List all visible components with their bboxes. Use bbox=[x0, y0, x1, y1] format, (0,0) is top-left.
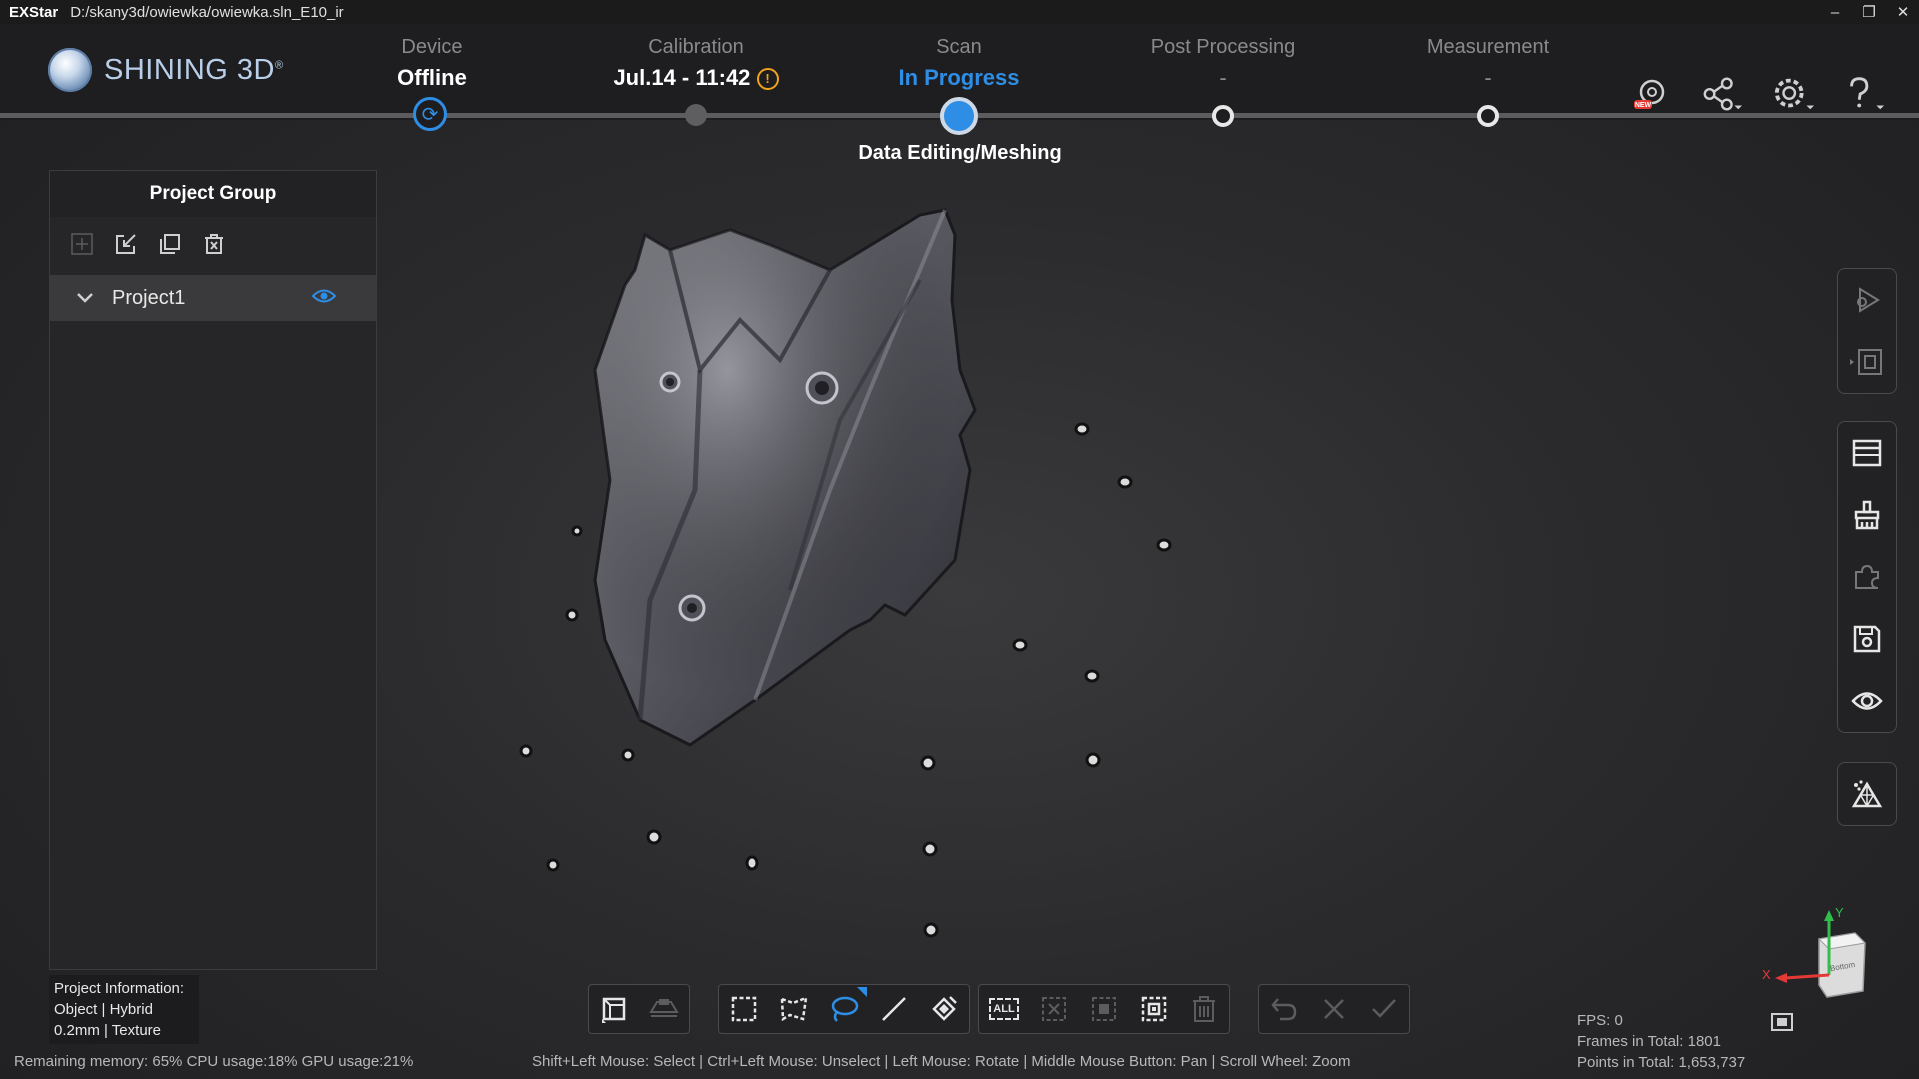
brand-logo: SHINING 3D® bbox=[48, 48, 284, 92]
panel-title: Project Group bbox=[50, 171, 376, 217]
import-icon[interactable] bbox=[114, 232, 138, 256]
resource-status: Remaining memory: 65% CPU usage:18% GPU … bbox=[14, 1053, 414, 1070]
project-tools bbox=[50, 217, 376, 271]
y-axis-label: Y bbox=[1835, 905, 1844, 920]
undo-icon[interactable] bbox=[1259, 985, 1309, 1033]
mesh-icon[interactable] bbox=[1838, 763, 1896, 825]
select-all-label: ALL bbox=[989, 998, 1019, 1020]
step-measurement-label: Measurement bbox=[1426, 36, 1550, 58]
frame-icon[interactable] bbox=[1838, 331, 1896, 393]
3d-viewport[interactable] bbox=[400, 160, 1400, 960]
step-calibration-label: Calibration bbox=[648, 36, 744, 58]
cancel-icon[interactable] bbox=[1309, 985, 1359, 1033]
step-calibration-value: Jul.14 - 11:42 bbox=[613, 65, 751, 90]
delete-selected-icon[interactable] bbox=[1179, 985, 1229, 1033]
view-cube-icon[interactable] bbox=[589, 985, 639, 1033]
scanner-new-icon[interactable]: NEW bbox=[1630, 72, 1674, 116]
project-info-heading: Project Information: bbox=[54, 980, 185, 997]
select-all-icon[interactable]: ALL bbox=[979, 985, 1029, 1033]
step-scan[interactable]: Scan In Progress bbox=[839, 36, 1079, 91]
restore-button[interactable]: ❐ bbox=[1859, 3, 1879, 21]
step-measurement-value: - bbox=[1484, 65, 1492, 90]
step-device[interactable]: Device Offline bbox=[312, 36, 552, 91]
close-button[interactable]: ✕ bbox=[1893, 3, 1913, 21]
step-post-processing-value: - bbox=[1219, 65, 1227, 90]
step-calibration[interactable]: Calibration Jul.14 - 11:42 ! bbox=[576, 36, 816, 91]
step-device-label: Device bbox=[401, 36, 463, 58]
settings-icon[interactable] bbox=[1772, 72, 1816, 116]
help-icon[interactable] bbox=[1842, 72, 1886, 116]
fit-view-icon[interactable] bbox=[1770, 1012, 1794, 1037]
window-icon[interactable] bbox=[1838, 422, 1896, 484]
fps-readout: FPS: 0 bbox=[1577, 1012, 1623, 1029]
share-icon[interactable] bbox=[1700, 72, 1744, 116]
frames-total: Frames in Total: 1801 bbox=[1577, 1033, 1721, 1050]
cleanup-icon[interactable] bbox=[1838, 484, 1896, 546]
duplicate-icon[interactable] bbox=[158, 232, 182, 256]
project-group-panel: Project Group Project1 bbox=[49, 170, 377, 970]
invert-select-icon[interactable] bbox=[1079, 985, 1129, 1033]
project-info-object: Object | Hybrid bbox=[54, 1001, 153, 1018]
project-info-resolution: 0.2mm | Texture bbox=[54, 1022, 161, 1039]
scan-node[interactable] bbox=[940, 97, 978, 135]
x-axis-label: X bbox=[1762, 967, 1771, 982]
calibration-node[interactable] bbox=[685, 104, 707, 126]
project-information: Project Information: Object | Hybrid 0.2… bbox=[49, 975, 199, 1044]
warning-icon: ! bbox=[756, 68, 779, 90]
step-post-processing[interactable]: Post Processing - bbox=[1103, 36, 1343, 91]
polygon-select-icon[interactable] bbox=[769, 985, 819, 1033]
rect-select-icon[interactable] bbox=[719, 985, 769, 1033]
save-icon[interactable] bbox=[1838, 608, 1896, 670]
bottom-toolbar-group-selection-ops: ALL bbox=[978, 984, 1230, 1034]
post-processing-node[interactable] bbox=[1212, 105, 1234, 127]
step-scan-value: In Progress bbox=[898, 65, 1020, 90]
measurement-node[interactable] bbox=[1477, 105, 1499, 127]
step-post-processing-label: Post Processing bbox=[1150, 36, 1296, 58]
svg-text:NEW: NEW bbox=[1635, 102, 1652, 109]
bottom-toolbar-group-actions bbox=[1258, 984, 1410, 1034]
puzzle-icon[interactable] bbox=[1838, 546, 1896, 608]
confirm-icon[interactable] bbox=[1359, 985, 1409, 1033]
scan-stats: FPS: 0 Frames in Total: 1801 Points in T… bbox=[1577, 1010, 1745, 1073]
lasso-select-icon[interactable] bbox=[819, 985, 869, 1033]
file-path: D:/skany3d/owiewka/owiewka.sln_E10_ir bbox=[70, 3, 344, 21]
chevron-down-icon[interactable] bbox=[76, 288, 94, 309]
right-toolbar-group-1 bbox=[1837, 268, 1897, 394]
points-total: Points in Total: 1,653,737 bbox=[1577, 1054, 1746, 1071]
step-scan-label: Scan bbox=[936, 36, 982, 58]
trademark: ® bbox=[274, 58, 284, 71]
add-icon[interactable] bbox=[70, 232, 94, 256]
minimize-button[interactable]: – bbox=[1825, 4, 1845, 21]
right-toolbar-group-2 bbox=[1837, 421, 1897, 733]
bottom-toolbar-group-view bbox=[588, 984, 690, 1034]
line-select-icon[interactable] bbox=[869, 985, 919, 1033]
play-scan-icon[interactable] bbox=[1838, 269, 1896, 331]
scanned-mesh-object[interactable] bbox=[593, 208, 977, 747]
window-controls: – ❐ ✕ bbox=[1825, 0, 1913, 24]
logo-text: SHINING 3D bbox=[104, 53, 275, 86]
brush-select-icon[interactable] bbox=[919, 985, 969, 1033]
step-measurement[interactable]: Measurement - bbox=[1368, 36, 1608, 91]
app-name: EXStar bbox=[9, 3, 59, 21]
bottom-toolbar-group-select bbox=[718, 984, 970, 1034]
unselect-icon[interactable] bbox=[1029, 985, 1079, 1033]
visibility-eye-icon[interactable] bbox=[311, 287, 337, 310]
globe-logo-icon bbox=[48, 48, 92, 92]
device-refresh-icon[interactable]: ⟳ bbox=[413, 97, 447, 131]
project-name: Project1 bbox=[112, 286, 186, 309]
title-bar: EXStar D:/skany3d/owiewka/owiewka.sln_E1… bbox=[0, 0, 1919, 24]
orientation-gizmo[interactable]: Bottom X Y bbox=[1755, 905, 1875, 1005]
select-connected-icon[interactable] bbox=[1129, 985, 1179, 1033]
mouse-hint: Shift+Left Mouse: Select | Ctrl+Left Mou… bbox=[532, 1053, 1351, 1070]
step-device-value: Offline bbox=[397, 65, 467, 90]
delete-icon[interactable] bbox=[202, 232, 226, 256]
project-row[interactable]: Project1 bbox=[50, 275, 376, 321]
plane-icon[interactable] bbox=[639, 985, 689, 1033]
right-toolbar-group-3 bbox=[1837, 762, 1897, 826]
eye-icon[interactable] bbox=[1838, 670, 1896, 732]
